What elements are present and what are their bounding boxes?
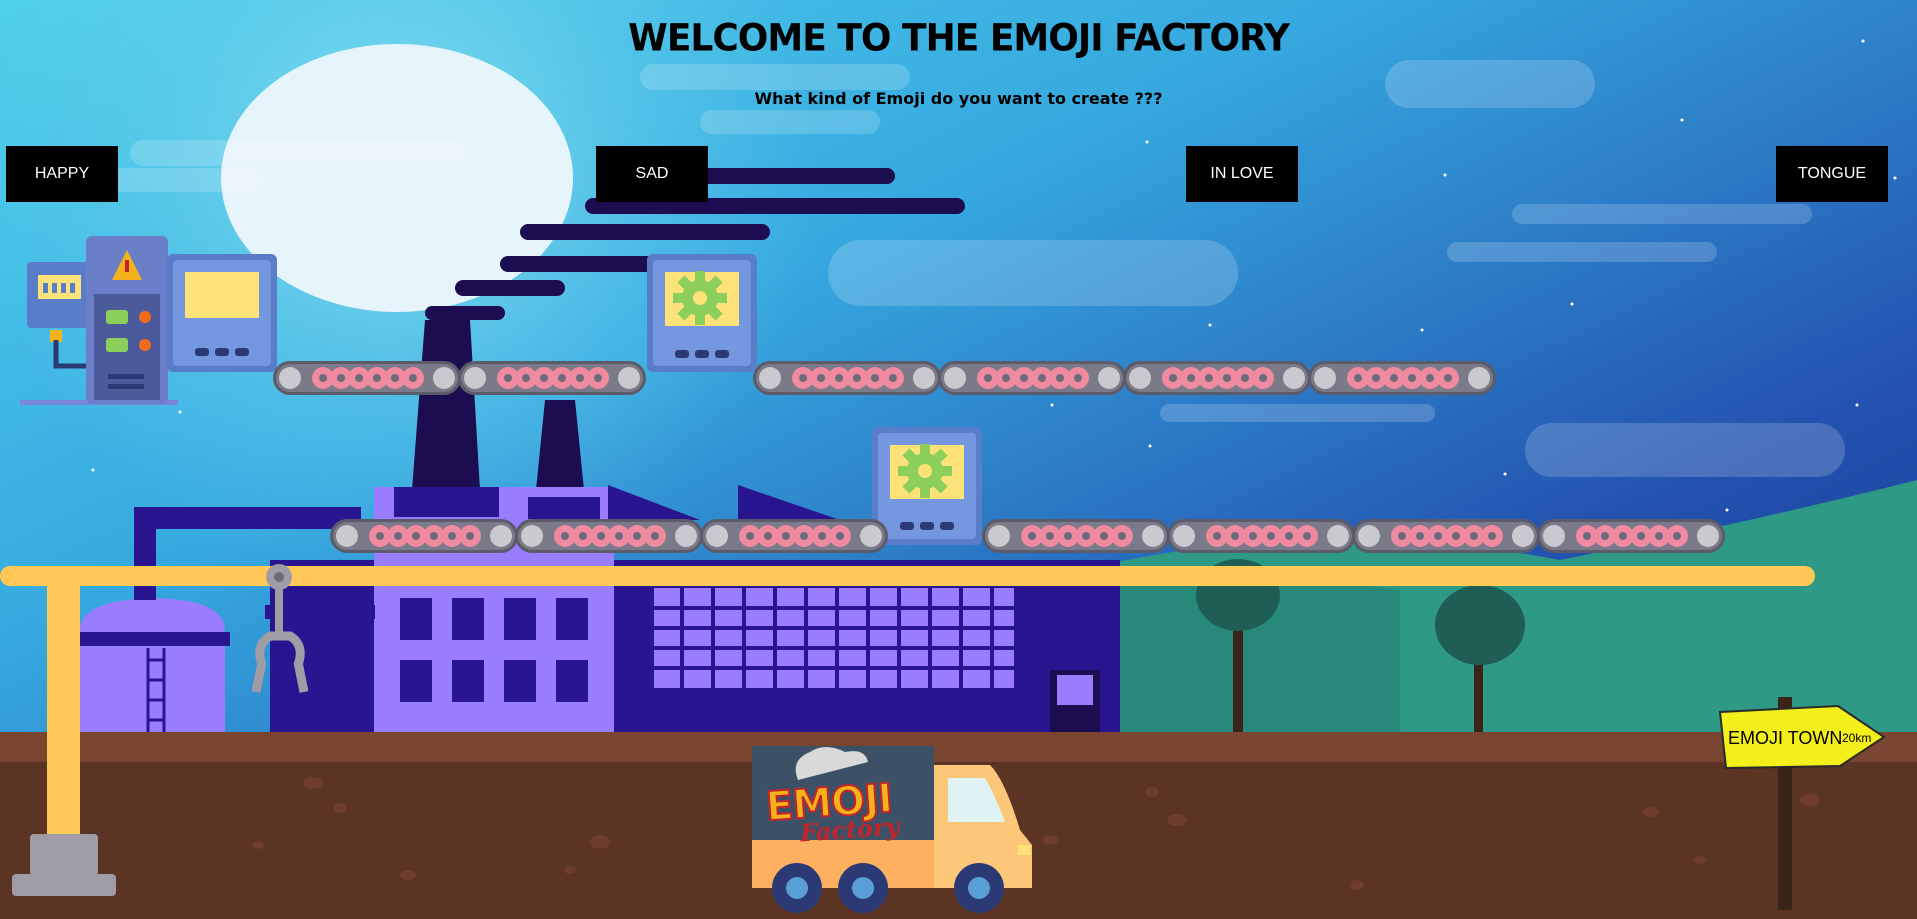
page-subtitle: What kind of Emoji do you want to create… — [754, 89, 1163, 108]
conveyor-lower — [330, 519, 1725, 553]
machine-lower — [872, 427, 982, 545]
happy-button[interactable]: HAPPY — [6, 146, 118, 202]
gear-icon — [898, 444, 952, 498]
tongue-button[interactable]: TONGUE — [1776, 146, 1888, 202]
gear-icon — [673, 271, 727, 325]
in-love-button[interactable]: IN LOVE — [1186, 146, 1298, 202]
sign-distance: 20km — [1842, 731, 1872, 745]
sign-label: EMOJI TOWN — [1728, 728, 1843, 748]
sad-button[interactable]: SAD — [596, 146, 708, 202]
factory-scene — [0, 0, 1917, 919]
machine-upper — [647, 254, 757, 372]
page-title: WELCOME TO THE EMOJI FACTORY — [628, 16, 1290, 61]
